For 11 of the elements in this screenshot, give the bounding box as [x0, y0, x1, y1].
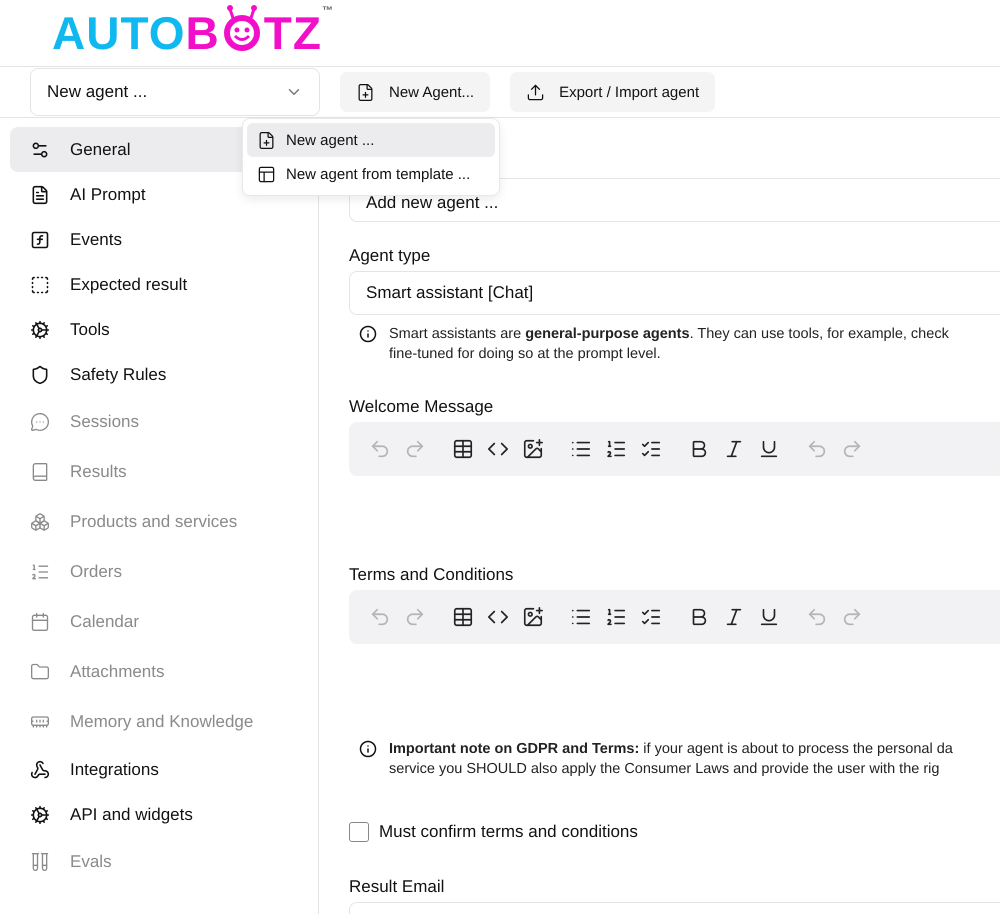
- checkbox-label: Must confirm terms and conditions: [379, 822, 638, 842]
- info-note: Smart assistants are general-purpose agents. They can use tools, for example, check fine-tuned for doing so at the prompt level.: [389, 325, 949, 364]
- logo-text: B: [186, 10, 220, 56]
- logo-text: TZ: [264, 10, 322, 56]
- field-label: Terms and Conditions: [349, 565, 514, 585]
- field-label: Result Email: [349, 877, 446, 897]
- trademark: ™: [322, 6, 334, 17]
- gdpr-note: Important note on GDPR and Terms: if your agent is about to process the personal da service you SHOULD also apply the Consumer Laws and provide the user with the rig: [389, 740, 953, 779]
- logo-text: AUTO: [52, 10, 186, 56]
- field-label: Agent type: [349, 246, 432, 266]
- field-label: Welcome Message: [349, 397, 494, 417]
